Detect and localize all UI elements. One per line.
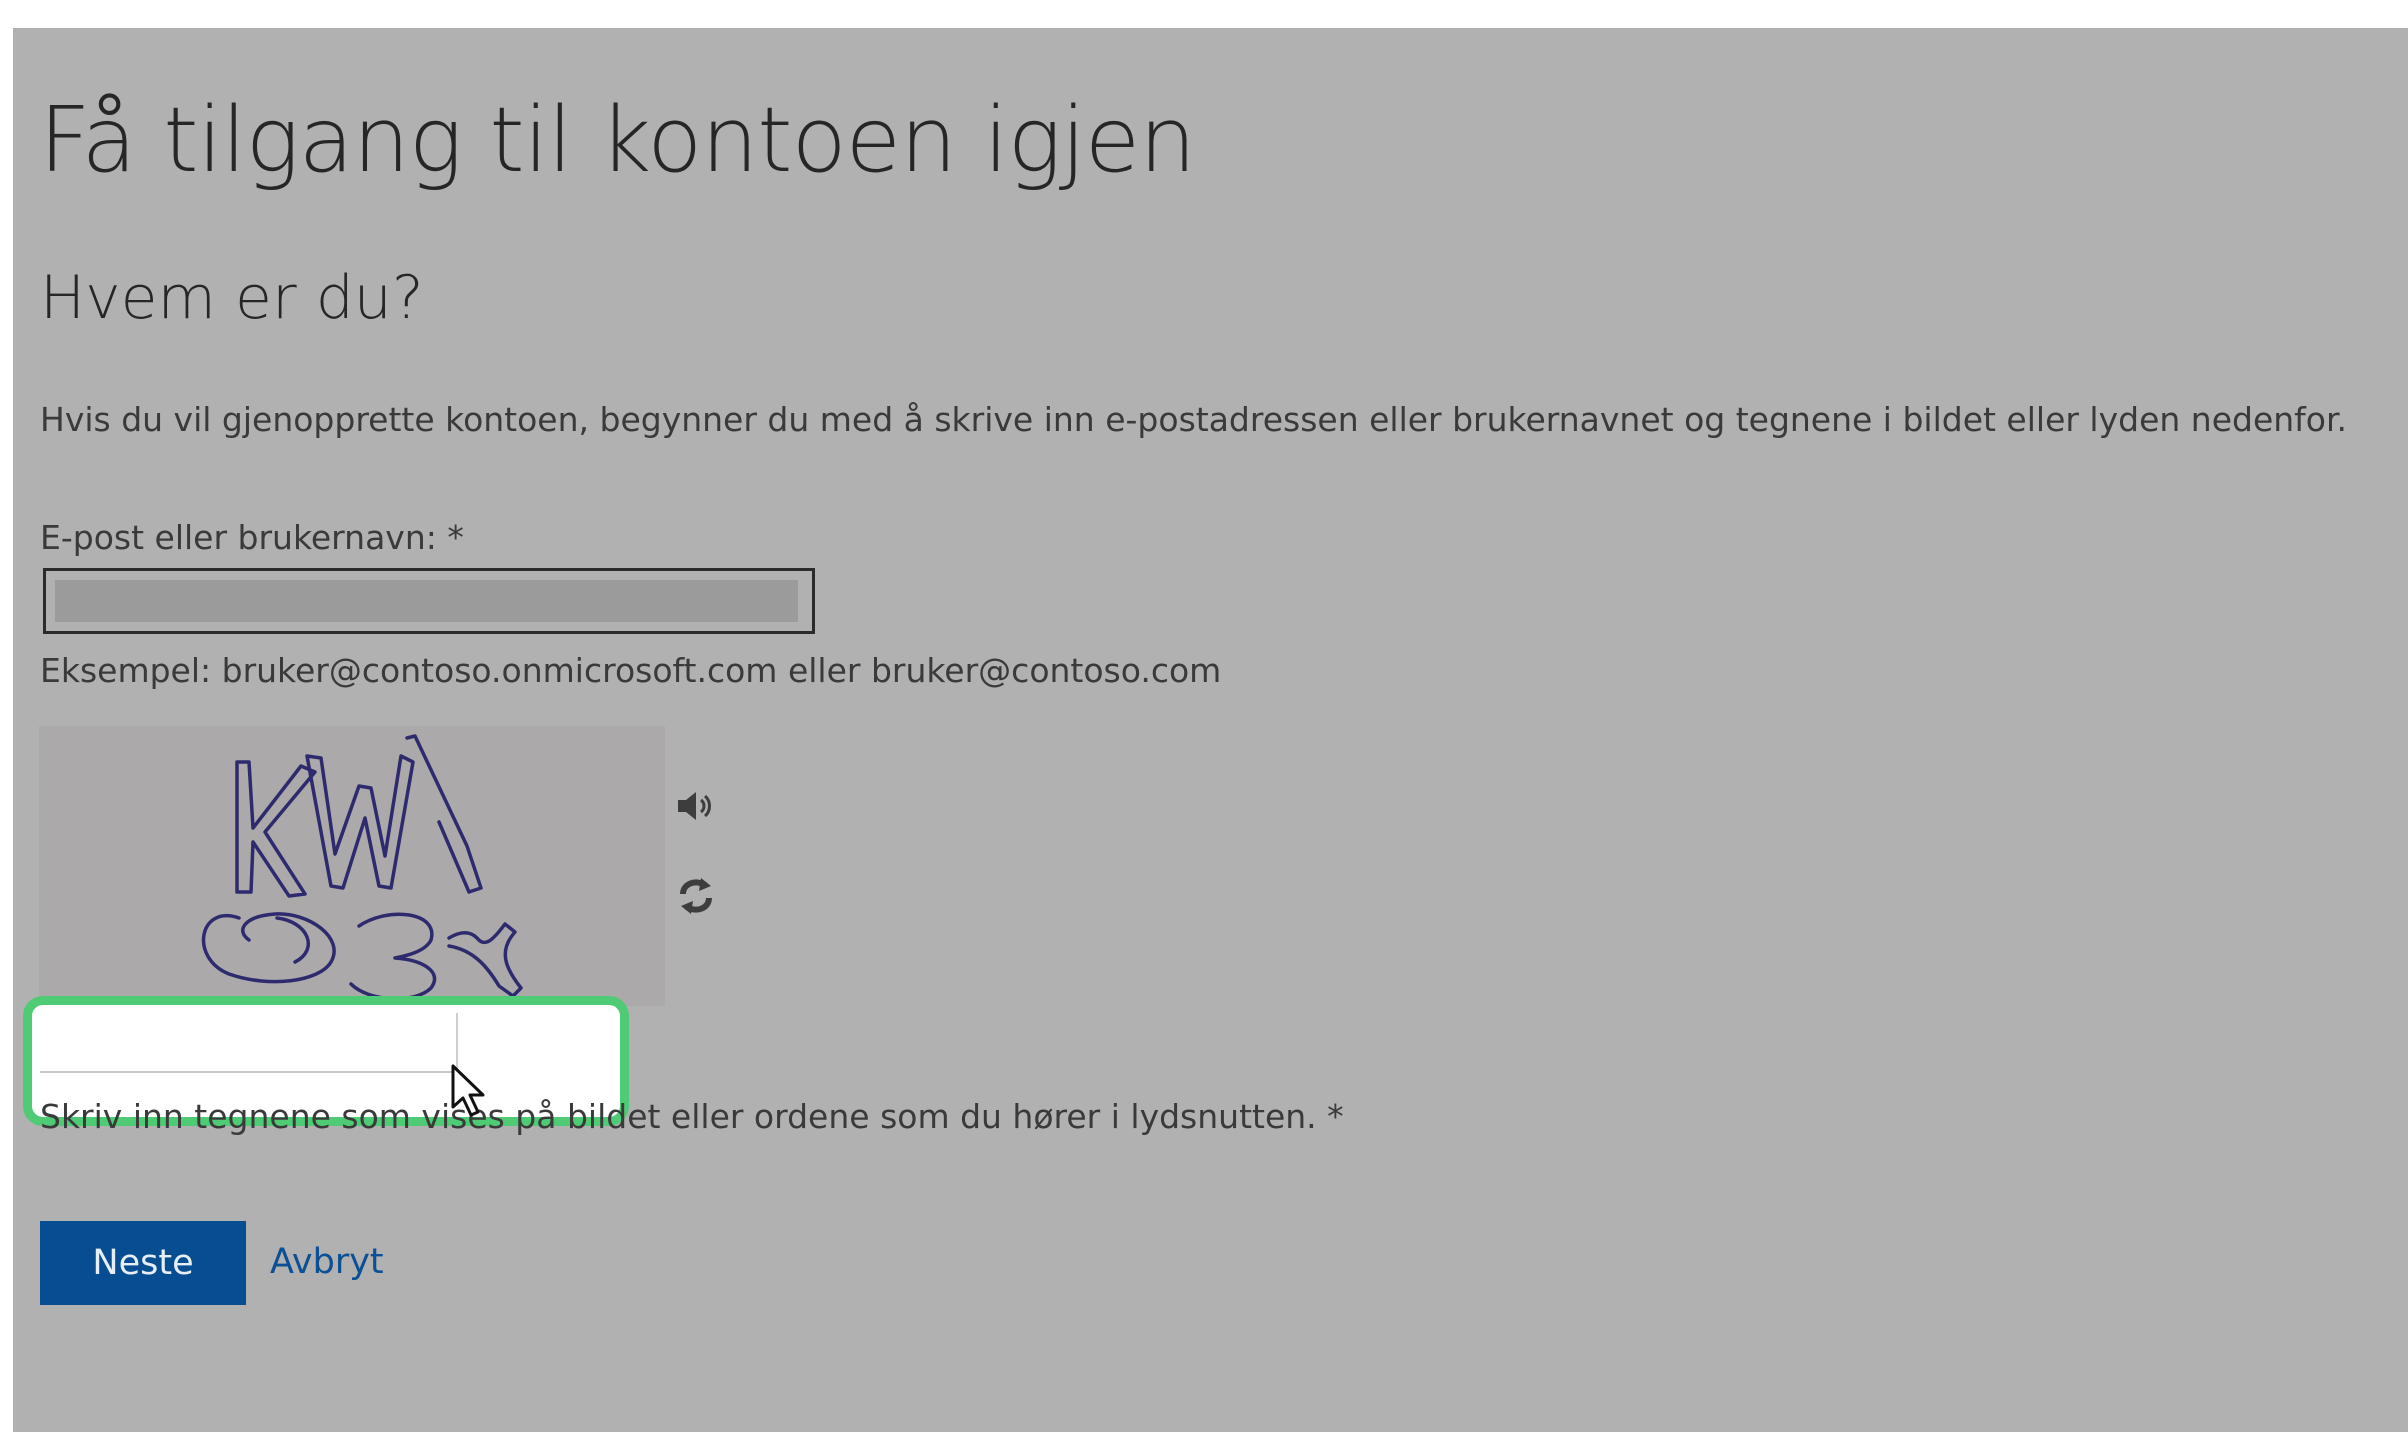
page-title: Få tilgang til kontoen igjen [39,88,1196,193]
speaker-icon[interactable] [670,780,722,832]
refresh-icon[interactable] [670,870,722,922]
refresh-icon-glyph [680,878,712,914]
page-description: Hvis du vil gjenopprette kontoen, begynn… [40,400,2348,439]
page-subtitle: Hvem er du? [40,263,424,333]
captcha-glyphs [201,734,523,1001]
email-field-redacted-value [55,580,798,622]
mouse-cursor-icon [451,1064,485,1117]
email-example-text: Eksempel: bruker@contoso.onmicrosoft.com… [40,651,1222,690]
cancel-link[interactable]: Avbryt [270,1242,384,1282]
captcha-hint: Skriv inn tegnene som vises på bildet el… [40,1097,1344,1136]
captcha-input[interactable] [40,1013,458,1073]
captcha-image [39,726,665,1006]
next-button[interactable]: Neste [40,1221,246,1305]
speaker-icon-glyph [678,792,711,820]
email-field[interactable] [43,568,815,634]
email-field-label: E-post eller brukernavn: * [40,518,464,557]
dimmed-page: Få tilgang til kontoen igjen Hvem er du?… [13,28,2408,1432]
